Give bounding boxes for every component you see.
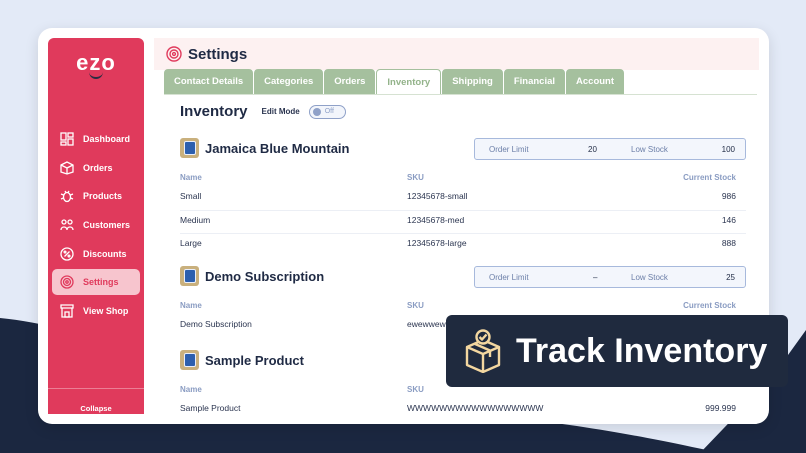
- row-name: Demo Subscription: [180, 319, 252, 329]
- tab-categories[interactable]: Categories: [254, 69, 324, 94]
- row-name: Medium: [180, 215, 211, 225]
- sidebar-item-view-shop[interactable]: View Shop: [52, 298, 140, 324]
- low-stock-value: 100: [721, 145, 735, 154]
- bug-icon: [60, 189, 74, 203]
- table-row[interactable]: Small 12345678-small 986: [180, 187, 746, 210]
- product-name: Jamaica Blue Mountain: [205, 140, 350, 156]
- sidebar-item-label: View Shop: [83, 306, 129, 317]
- sidebar-item-dashboard[interactable]: Dashboard: [52, 126, 140, 152]
- row-name: Sample Product: [180, 403, 241, 413]
- row-name: Large: [180, 238, 202, 248]
- limits-box[interactable]: Order Limit – Low Stock 25: [474, 266, 746, 288]
- column-sku: SKU: [407, 385, 424, 394]
- settings-tabs: Contact Details Categories Orders Invent…: [164, 69, 625, 94]
- sidebar-item-label: Products: [83, 191, 123, 202]
- product-thumbnail-icon: [180, 350, 199, 370]
- page-header: Settings: [154, 38, 759, 70]
- sidebar-item-settings[interactable]: Settings: [52, 269, 140, 296]
- table-row[interactable]: Large 12345678-large 888: [180, 233, 746, 256]
- product-thumbnail-icon: [180, 138, 199, 158]
- row-stock: 146: [721, 215, 736, 225]
- inventory-header: Inventory Edit Mode Off: [180, 103, 346, 120]
- column-stock: Current Stock: [683, 173, 736, 182]
- row-sku: WWWWWWWWWWWWWWWWW: [407, 403, 544, 413]
- row-stock: 986: [721, 191, 736, 201]
- low-stock-label: Low Stock: [631, 273, 668, 282]
- order-limit-value: –: [593, 273, 598, 282]
- page-title: Settings: [188, 45, 248, 63]
- tab-account[interactable]: Account: [566, 69, 625, 94]
- sidebar-item-products[interactable]: Products: [52, 183, 140, 209]
- column-stock: Current Stock: [683, 301, 736, 310]
- customers-icon: [60, 218, 74, 232]
- percent-icon: [60, 247, 74, 261]
- row-stock: 888: [721, 238, 736, 248]
- edit-mode-toggle[interactable]: Off: [308, 104, 346, 119]
- order-limit-label: Order Limit: [489, 145, 529, 154]
- column-sku: SKU: [407, 301, 424, 310]
- column-name: Name: [180, 385, 202, 394]
- product-thumbnail-icon: [180, 266, 199, 286]
- product-name: Sample Product: [205, 352, 304, 368]
- row-sku: ewewwew: [407, 319, 446, 329]
- order-limit-value: 20: [588, 145, 597, 154]
- sidebar-item-customers[interactable]: Customers: [52, 212, 140, 238]
- track-inventory-banner: Track Inventory: [446, 315, 788, 387]
- sidebar: ezo Dashboard Orders Products Customers …: [48, 38, 144, 414]
- row-sku: 12345678-small: [407, 191, 468, 201]
- sidebar-item-label: Discounts: [83, 248, 127, 259]
- limits-box[interactable]: Order Limit 20 Low Stock 100: [474, 138, 746, 160]
- toggle-label: Off: [324, 107, 334, 115]
- dashboard-icon: [60, 132, 74, 146]
- product-section: Jamaica Blue Mountain Order Limit 20 Low…: [180, 137, 746, 256]
- table-row[interactable]: Sample Product WWWWWWWWWWWWWWWWW 999.999: [180, 399, 746, 422]
- table-row[interactable]: Medium 12345678-med 146: [180, 210, 746, 233]
- sidebar-item-label: Customers: [83, 220, 131, 231]
- sidebar-item-label: Settings: [83, 277, 119, 288]
- low-stock-value: 25: [726, 273, 735, 282]
- settings-icon: [166, 46, 182, 62]
- table-header: Name SKU Current Stock: [180, 169, 746, 187]
- row-sku: 12345678-large: [407, 238, 467, 248]
- tab-orders[interactable]: Orders: [324, 69, 376, 94]
- column-name: Name: [180, 173, 202, 182]
- product-name: Demo Subscription: [205, 268, 325, 284]
- tab-shipping[interactable]: Shipping: [442, 69, 503, 94]
- order-limit-label: Order Limit: [489, 273, 529, 282]
- shop-icon: [60, 304, 74, 318]
- package-check-icon: [465, 329, 501, 373]
- inventory-title: Inventory: [180, 103, 248, 120]
- product-header: Demo Subscription Order Limit – Low Stoc…: [180, 265, 746, 288]
- sidebar-item-discounts[interactable]: Discounts: [52, 241, 140, 267]
- sidebar-item-label: Orders: [83, 162, 113, 173]
- column-name: Name: [180, 301, 202, 310]
- row-name: Small: [180, 191, 202, 201]
- ezo-logo[interactable]: ezo: [48, 50, 144, 79]
- product-header: Jamaica Blue Mountain Order Limit 20 Low…: [180, 137, 746, 160]
- edit-mode-label: Edit Mode: [261, 107, 300, 116]
- logo-text: ezo: [76, 50, 116, 75]
- low-stock-label: Low Stock: [631, 145, 668, 154]
- tab-financial[interactable]: Financial: [503, 69, 566, 94]
- table-header: Name SKU Current Stock: [180, 297, 746, 315]
- tab-contact-details[interactable]: Contact Details: [164, 69, 254, 94]
- sidebar-item-orders[interactable]: Orders: [52, 155, 140, 181]
- banner-text: Track Inventory: [516, 331, 768, 370]
- sidebar-nav: Dashboard Orders Products Customers Disc…: [52, 126, 140, 327]
- column-sku: SKU: [407, 173, 424, 182]
- toggle-knob: [312, 107, 321, 116]
- box-icon: [60, 160, 74, 175]
- row-sku: 12345678-med: [407, 215, 465, 225]
- sidebar-item-label: Dashboard: [83, 134, 131, 144]
- collapse-button[interactable]: Collapse: [48, 388, 144, 414]
- row-stock: 999.999: [705, 403, 736, 413]
- tab-inventory[interactable]: Inventory: [376, 69, 442, 94]
- settings-icon: [60, 275, 74, 290]
